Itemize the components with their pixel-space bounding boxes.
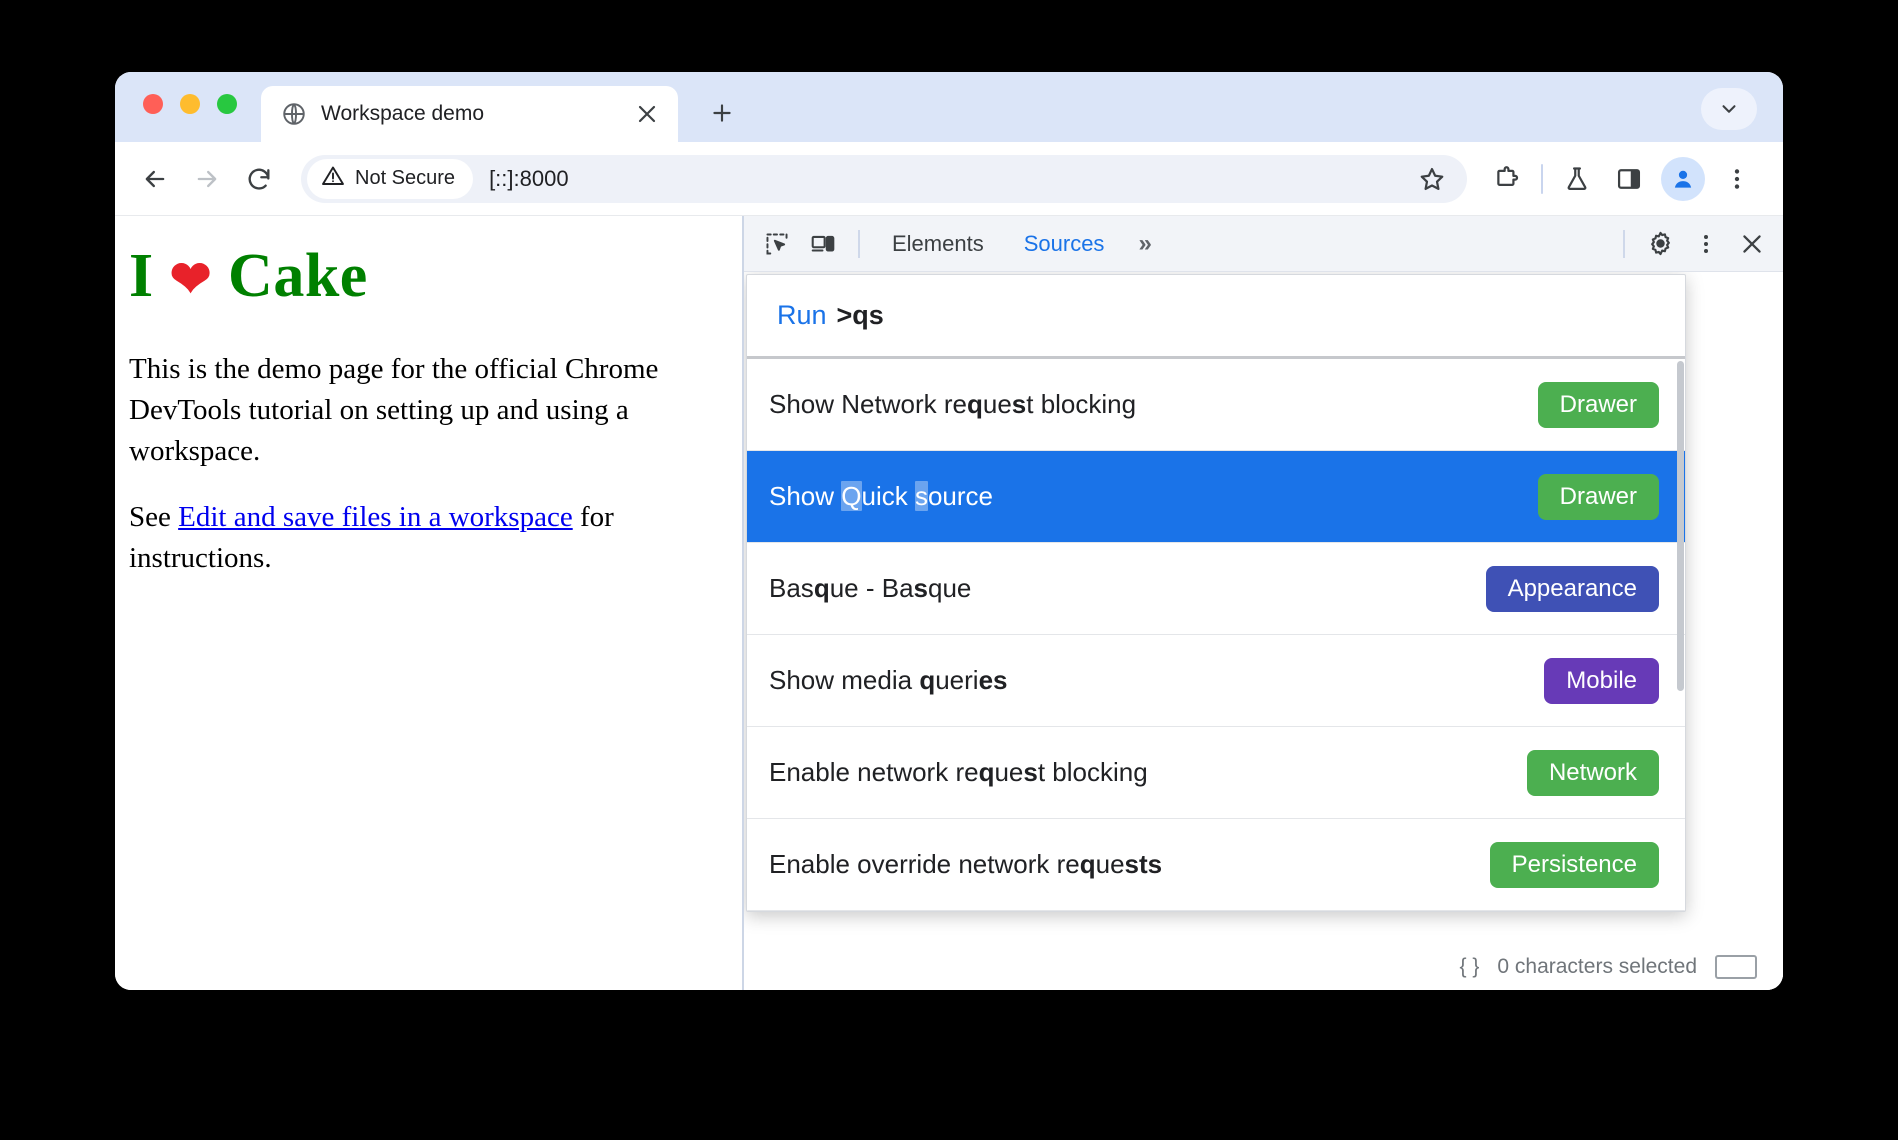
command-row[interactable]: Enable override network requests Persiste… — [747, 819, 1685, 911]
globe-icon — [281, 101, 307, 127]
page-paragraph-2: See Edit and save files in a workspace f… — [129, 497, 720, 579]
browser-menu-icon[interactable] — [1711, 153, 1763, 205]
command-label: Basque - Basque — [769, 573, 972, 603]
command-label: Show Network request blocking — [769, 389, 1137, 419]
profile-avatar-icon[interactable] — [1661, 156, 1705, 201]
command-label: Show Quick source — [769, 481, 994, 511]
heading-text-after: Cake — [212, 242, 368, 310]
inspect-element-icon[interactable] — [754, 222, 800, 266]
command-row[interactable]: Basque - Basque Appearance — [747, 543, 1685, 635]
flask-icon[interactable] — [1551, 153, 1603, 205]
command-label: Enable network request blocking — [769, 757, 1148, 787]
page-paragraph-1: This is the demo page for the official C… — [129, 353, 659, 468]
devtools-overflow-icon[interactable]: » — [1124, 216, 1165, 272]
command-list: Show Network request blocking Drawer Show … — [747, 359, 1685, 911]
tab-close-icon[interactable] — [634, 101, 660, 127]
tab-search-button[interactable] — [1701, 88, 1757, 130]
star-icon[interactable] — [1411, 158, 1453, 200]
command-row[interactable]: Enable network request blocking Network — [747, 727, 1685, 819]
status-bracket-icon: { } — [1459, 955, 1480, 978]
tab-title: Workspace demo — [321, 102, 485, 125]
tab-strip: Workspace demo — [115, 72, 1783, 142]
command-palette-query[interactable]: >qs — [837, 300, 884, 331]
devtools-status-bar: { } 0 characters selected — [744, 944, 1783, 990]
device-toolbar-icon[interactable] — [800, 222, 846, 266]
scrollbar-thumb[interactable] — [1677, 361, 1684, 691]
devtools-body: { } 0 characters selected Run >qs Show N… — [744, 272, 1783, 990]
devtools-toolbar-divider-right — [1623, 229, 1625, 258]
browser-toolbar: Not Secure [::]:8000 — [115, 142, 1783, 216]
window-traffic-lights — [143, 94, 237, 114]
status-box-icon[interactable] — [1715, 955, 1757, 979]
window-maximize-button[interactable] — [217, 94, 237, 114]
workspace-doc-link[interactable]: Edit and save files in a workspace — [178, 501, 573, 533]
command-row[interactable]: Show Network request blocking Drawer — [747, 359, 1685, 451]
command-palette-prefix: Run — [777, 300, 827, 330]
web-page-viewport: I ❤ Cake This is the demo page for the o… — [115, 216, 742, 990]
devtools-toolbar-divider — [858, 229, 860, 258]
back-arrow-icon[interactable] — [129, 153, 181, 205]
reload-icon[interactable] — [233, 153, 285, 205]
side-panel-icon[interactable] — [1603, 153, 1655, 205]
window-close-button[interactable] — [143, 94, 163, 114]
security-status-chip[interactable]: Not Secure — [307, 158, 474, 199]
address-bar[interactable]: Not Secure [::]:8000 — [301, 154, 1467, 203]
toolbar-divider — [1541, 163, 1543, 194]
command-palette: Run >qs Show Network request blocking Dra… — [746, 274, 1686, 912]
command-label: Enable override network requests — [769, 849, 1163, 879]
devtools-panel: Elements Sources » {} 0 characters sele… — [742, 216, 1783, 990]
command-category-badge: Persistence — [1489, 841, 1659, 888]
command-row[interactable]: Show Quick source Drawer — [747, 451, 1685, 543]
devtools-close-icon[interactable] — [1729, 222, 1775, 266]
devtools-toolbar: Elements Sources » — [744, 216, 1783, 272]
warning-triangle-icon — [321, 164, 345, 193]
new-tab-button[interactable] — [700, 91, 744, 135]
url-text[interactable]: [::]:8000 — [489, 166, 569, 192]
forward-arrow-icon[interactable] — [181, 153, 233, 205]
command-category-badge: Drawer — [1537, 381, 1659, 428]
command-row[interactable]: Show media queries Mobile — [747, 635, 1685, 727]
browser-window: Workspace demo Not Secure [::]:8000 I ❤ … — [115, 72, 1783, 990]
command-list-scrollbar[interactable] — [1677, 361, 1684, 909]
command-palette-input[interactable]: Run >qs — [747, 275, 1685, 359]
command-label: Show media queries — [769, 665, 1008, 695]
browser-tab[interactable]: Workspace demo — [261, 86, 678, 142]
status-text: 0 characters selected — [1497, 955, 1697, 978]
heading-text-before: I — [129, 242, 170, 310]
tab-sources[interactable]: Sources — [1004, 216, 1125, 272]
page-heading: I ❤ Cake — [129, 242, 720, 310]
puzzle-piece-icon[interactable] — [1481, 153, 1533, 205]
command-category-badge: Mobile — [1544, 657, 1659, 704]
screenshot-stage: Workspace demo Not Secure [::]:8000 I ❤ … — [0, 0, 1898, 1140]
window-minimize-button[interactable] — [180, 94, 200, 114]
command-category-badge: Network — [1526, 749, 1659, 796]
tab-elements[interactable]: Elements — [872, 216, 1004, 272]
browser-content: I ❤ Cake This is the demo page for the o… — [115, 216, 1783, 990]
gear-icon[interactable] — [1637, 222, 1683, 266]
p2-before: See — [129, 500, 179, 533]
security-status-label: Not Secure — [355, 167, 456, 189]
command-category-badge: Drawer — [1537, 473, 1659, 520]
devtools-more-icon[interactable] — [1683, 222, 1729, 266]
heart-icon: ❤ — [169, 251, 213, 307]
command-category-badge: Appearance — [1485, 565, 1659, 612]
